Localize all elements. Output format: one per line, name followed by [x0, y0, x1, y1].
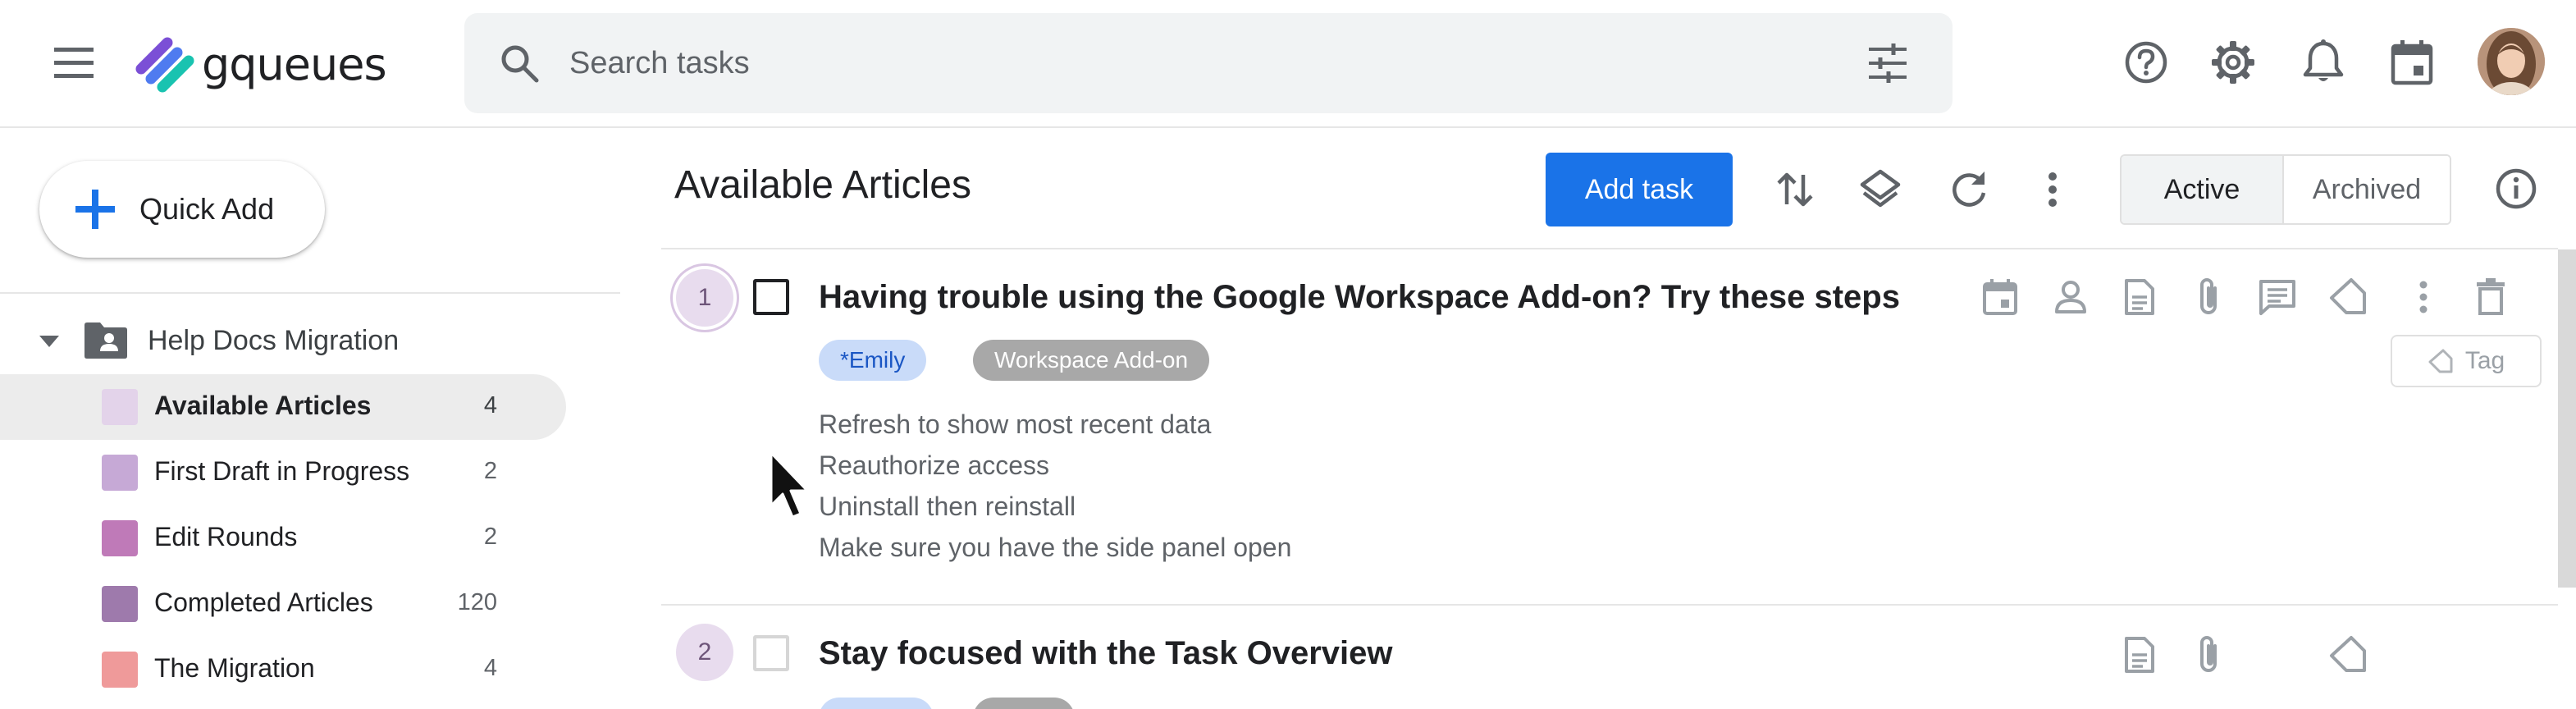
queue-name: Edit Rounds	[154, 522, 298, 551]
due-date-icon[interactable]	[1977, 274, 2023, 320]
task-more-icon[interactable]	[2400, 274, 2446, 320]
scrollbar-thumb[interactable]	[2558, 249, 2576, 588]
delete-icon[interactable]	[2468, 274, 2514, 320]
notifications-icon[interactable]	[2299, 36, 2348, 89]
tab-active[interactable]: Active	[2122, 156, 2284, 223]
queue-available-articles[interactable]: Available Articles 4	[0, 374, 566, 440]
queue-completed-articles[interactable]: Completed Articles 120	[0, 571, 566, 637]
info-icon[interactable]	[2491, 162, 2542, 215]
attachment-icon[interactable]	[2185, 274, 2231, 320]
assign-person-icon[interactable]	[2048, 274, 2094, 320]
task-row[interactable]: 1 Having trouble using the Google Worksp…	[661, 249, 2558, 604]
queue-color-swatch	[102, 455, 138, 491]
search-icon[interactable]	[497, 41, 541, 85]
mouse-cursor-icon	[770, 451, 809, 519]
attachment-icon[interactable]	[2185, 632, 2231, 678]
task-title[interactable]: Stay focused with the Task Overview	[819, 635, 1393, 672]
gqueues-logo-icon	[135, 37, 194, 93]
add-tag-label: Tag	[2464, 347, 2505, 374]
app-logo[interactable]: gqueues	[131, 31, 410, 97]
tag-chip-partial[interactable]	[973, 698, 1075, 709]
task-number[interactable]: 2	[676, 624, 733, 681]
document-icon[interactable]	[2117, 632, 2163, 678]
search-bar[interactable]	[464, 13, 1953, 113]
note-line: Make sure you have the side panel open	[819, 533, 1292, 562]
add-task-button[interactable]: Add task	[1546, 153, 1733, 226]
app-name: gqueues	[202, 38, 387, 90]
task-title[interactable]: Having trouble using the Google Workspac…	[819, 279, 1900, 316]
page-title: Available Articles	[674, 163, 971, 207]
document-icon[interactable]	[2117, 274, 2163, 320]
queue-count: 2	[483, 458, 497, 484]
folder-help-docs-migration[interactable]: Help Docs Migration	[33, 312, 607, 369]
help-icon[interactable]	[2122, 36, 2171, 89]
layers-icon[interactable]	[1856, 164, 1905, 215]
tab-archived[interactable]: Archived	[2284, 156, 2450, 223]
queue-count: 4	[483, 655, 497, 681]
tag-chip-workspace-add-on[interactable]: Workspace Add-on	[973, 340, 1210, 381]
refresh-icon[interactable]	[1944, 164, 1994, 215]
queue-the-migration[interactable]: The Migration 4	[0, 637, 566, 702]
task-checkbox[interactable]	[753, 279, 789, 315]
queue-count: 2	[483, 524, 497, 550]
queue-name: First Draft in Progress	[154, 456, 410, 486]
task-notes: Refresh to show most recent data Reautho…	[819, 404, 1291, 568]
more-vert-icon[interactable]	[2028, 164, 2077, 215]
tag-icon[interactable]	[2325, 632, 2371, 678]
queue-edit-rounds[interactable]: Edit Rounds 2	[0, 505, 566, 571]
add-tag-button[interactable]: Tag	[2391, 335, 2542, 387]
tune-icon[interactable]	[1866, 41, 1910, 85]
folder-label: Help Docs Migration	[148, 324, 400, 356]
queue-color-swatch	[102, 520, 138, 556]
tag-chip-emily[interactable]: *Emily	[819, 340, 927, 381]
queue-color-swatch	[102, 586, 138, 622]
calendar-icon[interactable]	[2387, 36, 2437, 89]
tag-icon[interactable]	[2325, 274, 2371, 320]
note-line: Reauthorize access	[819, 451, 1050, 480]
user-avatar[interactable]	[2478, 28, 2545, 95]
caret-down-icon[interactable]	[33, 324, 66, 357]
queue-first-draft-in-progress[interactable]: First Draft in Progress 2	[0, 440, 566, 505]
view-toggle: Active Archived	[2120, 154, 2451, 225]
queue-color-swatch	[102, 389, 138, 425]
queue-color-swatch	[102, 652, 138, 688]
plus-icon	[75, 190, 115, 229]
tag-outline-icon	[2428, 349, 2453, 373]
tag-chip-partial[interactable]	[819, 698, 934, 709]
queue-name: Available Articles	[154, 391, 372, 420]
quick-add-label: Quick Add	[139, 192, 275, 226]
queue-name: The Migration	[154, 653, 315, 683]
queue-count: 4	[483, 392, 497, 419]
hamburger-menu-icon[interactable]	[49, 41, 98, 84]
quick-add-button[interactable]: Quick Add	[39, 161, 325, 258]
task-checkbox[interactable]	[753, 635, 789, 671]
shared-folder-icon	[84, 322, 127, 359]
task-row[interactable]: 2 Stay focused with the Task Overview	[661, 606, 2558, 709]
top-bar: gqueues	[0, 0, 2576, 128]
note-line: Uninstall then reinstall	[819, 492, 1076, 521]
comment-icon[interactable]	[2254, 274, 2300, 320]
settings-icon[interactable]	[2208, 36, 2258, 89]
sort-icon[interactable]	[1770, 164, 1820, 215]
sidebar-divider	[0, 292, 620, 294]
search-input[interactable]	[569, 38, 1800, 89]
task-number[interactable]: 1	[676, 269, 733, 327]
queue-name: Completed Articles	[154, 588, 373, 617]
note-line: Refresh to show most recent data	[819, 409, 1212, 439]
queue-count: 120	[457, 589, 497, 615]
